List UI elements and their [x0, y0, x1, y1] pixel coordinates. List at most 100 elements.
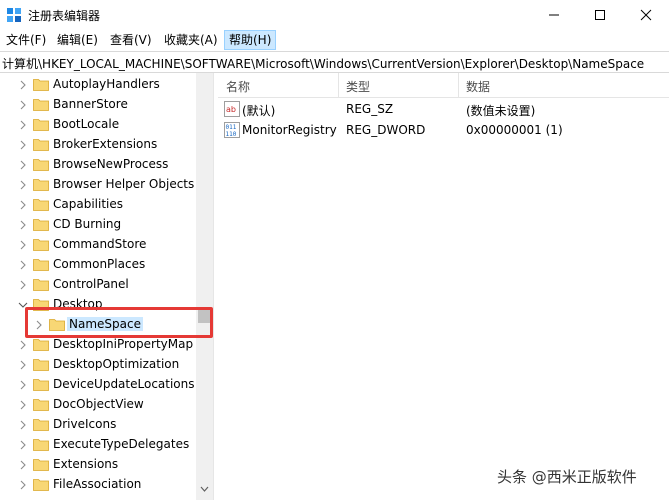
tree-item[interactable]: DeviceUpdateLocations [0, 375, 200, 395]
chevron-right-icon[interactable] [18, 159, 28, 171]
tree-item-label: AutoplayHandlers [53, 77, 160, 91]
tree-item[interactable]: ControlPanel [0, 275, 200, 295]
tree-item-label: NameSpace [67, 317, 143, 331]
list-row[interactable]: 011 110 MonitorRegistry REG_DWORD 0x0000… [218, 120, 669, 140]
column-data[interactable]: 数据 [466, 78, 490, 95]
tree-item-label: ControlPanel [53, 277, 129, 291]
tree-item-label: CommandStore [53, 237, 147, 251]
tree-item[interactable]: DriveIcons [0, 415, 200, 435]
tree-item[interactable]: ExecuteTypeDelegates [0, 435, 200, 455]
address-path[interactable]: 计算机\HKEY_LOCAL_MACHINE\SOFTWARE\Microsof… [2, 55, 644, 72]
tree-item[interactable]: BootLocale [0, 115, 200, 135]
tree-item[interactable]: Capabilities [0, 195, 200, 215]
tree-scroll-thumb[interactable] [198, 308, 211, 323]
tree-item[interactable]: Desktop [0, 295, 200, 315]
chevron-right-icon[interactable] [18, 239, 28, 251]
value-list[interactable]: 名称 类型 数据 ab (默认) REG_SZ (数值未设置) 011 110 … [218, 73, 669, 500]
folder-icon [33, 459, 49, 471]
watermark-text: 头条 @西米正版软件 [497, 468, 637, 486]
tree-item[interactable]: CommonPlaces [0, 255, 200, 275]
tree-item[interactable]: BannerStore [0, 95, 200, 115]
value-data: 0x00000001 (1) [466, 123, 563, 137]
column-divider[interactable] [338, 73, 339, 98]
chevron-right-icon[interactable] [18, 339, 28, 351]
tree-item[interactable]: AutoplayHandlers [0, 75, 200, 95]
value-name: (默认) [242, 104, 276, 118]
close-button[interactable] [623, 0, 669, 30]
value-name: MonitorRegistry [242, 123, 337, 137]
tree-item[interactable]: NameSpace [0, 315, 200, 335]
folder-icon [33, 419, 49, 431]
folder-icon [33, 439, 49, 451]
value-type: REG_SZ [346, 102, 394, 116]
minimize-button[interactable] [531, 0, 577, 30]
chevron-right-icon[interactable] [18, 279, 28, 291]
folder-icon [33, 179, 49, 191]
list-header: 名称 类型 数据 [218, 73, 669, 98]
tree-item-label: DesktopOptimization [53, 357, 180, 371]
tree-item[interactable]: BrowseNewProcess [0, 155, 200, 175]
chevron-right-icon[interactable] [18, 359, 28, 371]
tree-item-label: Browser Helper Objects [53, 177, 195, 191]
chevron-right-icon[interactable] [18, 199, 28, 211]
maximize-button[interactable] [577, 0, 623, 30]
maximize-icon [595, 10, 605, 20]
folder-icon [33, 119, 49, 131]
tree-item-label: BrokerExtensions [53, 137, 158, 151]
chevron-right-icon[interactable] [18, 399, 28, 411]
tree-item[interactable]: CD Burning [0, 215, 200, 235]
chevron-right-icon[interactable] [18, 479, 28, 491]
tree-item[interactable]: BrokerExtensions [0, 135, 200, 155]
tree-item[interactable]: FileAssociation [0, 475, 200, 495]
minimize-icon [549, 14, 559, 16]
chevron-right-icon[interactable] [18, 219, 28, 231]
chevron-right-icon[interactable] [18, 179, 28, 191]
folder-icon [33, 399, 49, 411]
tree-item-label: FileAssociation [53, 477, 142, 491]
folder-icon [33, 159, 49, 171]
chevron-right-icon[interactable] [18, 79, 28, 91]
folder-icon [33, 239, 49, 251]
chevron-right-icon[interactable] [18, 379, 28, 391]
tree-item-label: DriveIcons [53, 417, 117, 431]
chevron-right-icon[interactable] [18, 259, 28, 271]
tree-item[interactable]: DesktopIniPropertyMap [0, 335, 200, 355]
tree-item[interactable]: DocObjectView [0, 395, 200, 415]
key-tree[interactable]: AutoplayHandlers BannerStore BootLocale Bro… [0, 73, 213, 500]
string-value-icon: ab [224, 101, 240, 117]
binary-value-icon: 011 110 [224, 122, 240, 138]
tree-item[interactable]: Extensions [0, 455, 200, 475]
menu-favorites[interactable]: 收藏夹(A) [160, 30, 222, 50]
chevron-right-icon[interactable] [34, 319, 44, 331]
list-row[interactable]: ab (默认) REG_SZ (数值未设置) [218, 99, 669, 119]
chevron-right-icon[interactable] [18, 99, 28, 111]
menu-bar: 文件(F) 编辑(E) 查看(V) 收藏夹(A) 帮助(H) [0, 30, 669, 50]
folder-icon [33, 79, 49, 91]
svg-text:ab: ab [226, 105, 236, 114]
chevron-right-icon[interactable] [18, 439, 28, 451]
column-type[interactable]: 类型 [346, 78, 370, 95]
column-divider[interactable] [458, 73, 459, 98]
chevron-right-icon[interactable] [18, 119, 28, 131]
menu-help[interactable]: 帮助(H) [224, 30, 277, 50]
folder-icon [33, 99, 49, 111]
folder-icon [33, 199, 49, 211]
chevron-down-icon[interactable] [18, 299, 28, 311]
chevron-right-icon[interactable] [18, 459, 28, 471]
menu-edit[interactable]: 编辑(E) [53, 30, 102, 50]
tree-item[interactable]: DesktopOptimization [0, 355, 200, 375]
folder-icon [33, 139, 49, 151]
column-name[interactable]: 名称 [226, 78, 250, 95]
tree-item-label: BannerStore [53, 97, 128, 111]
address-bar[interactable]: 计算机\HKEY_LOCAL_MACHINE\SOFTWARE\Microsof… [0, 51, 669, 73]
tree-item-label: Extensions [53, 457, 119, 471]
chevron-right-icon[interactable] [18, 419, 28, 431]
menu-file[interactable]: 文件(F) [2, 30, 50, 50]
menu-view[interactable]: 查看(V) [106, 30, 156, 50]
tree-item[interactable]: CommandStore [0, 235, 200, 255]
tree-item[interactable]: Browser Helper Objects [0, 175, 200, 195]
tree-scrollbar[interactable] [196, 73, 213, 500]
scroll-down-icon[interactable] [200, 486, 209, 492]
tree-item-label: Desktop [53, 297, 103, 311]
chevron-right-icon[interactable] [18, 139, 28, 151]
